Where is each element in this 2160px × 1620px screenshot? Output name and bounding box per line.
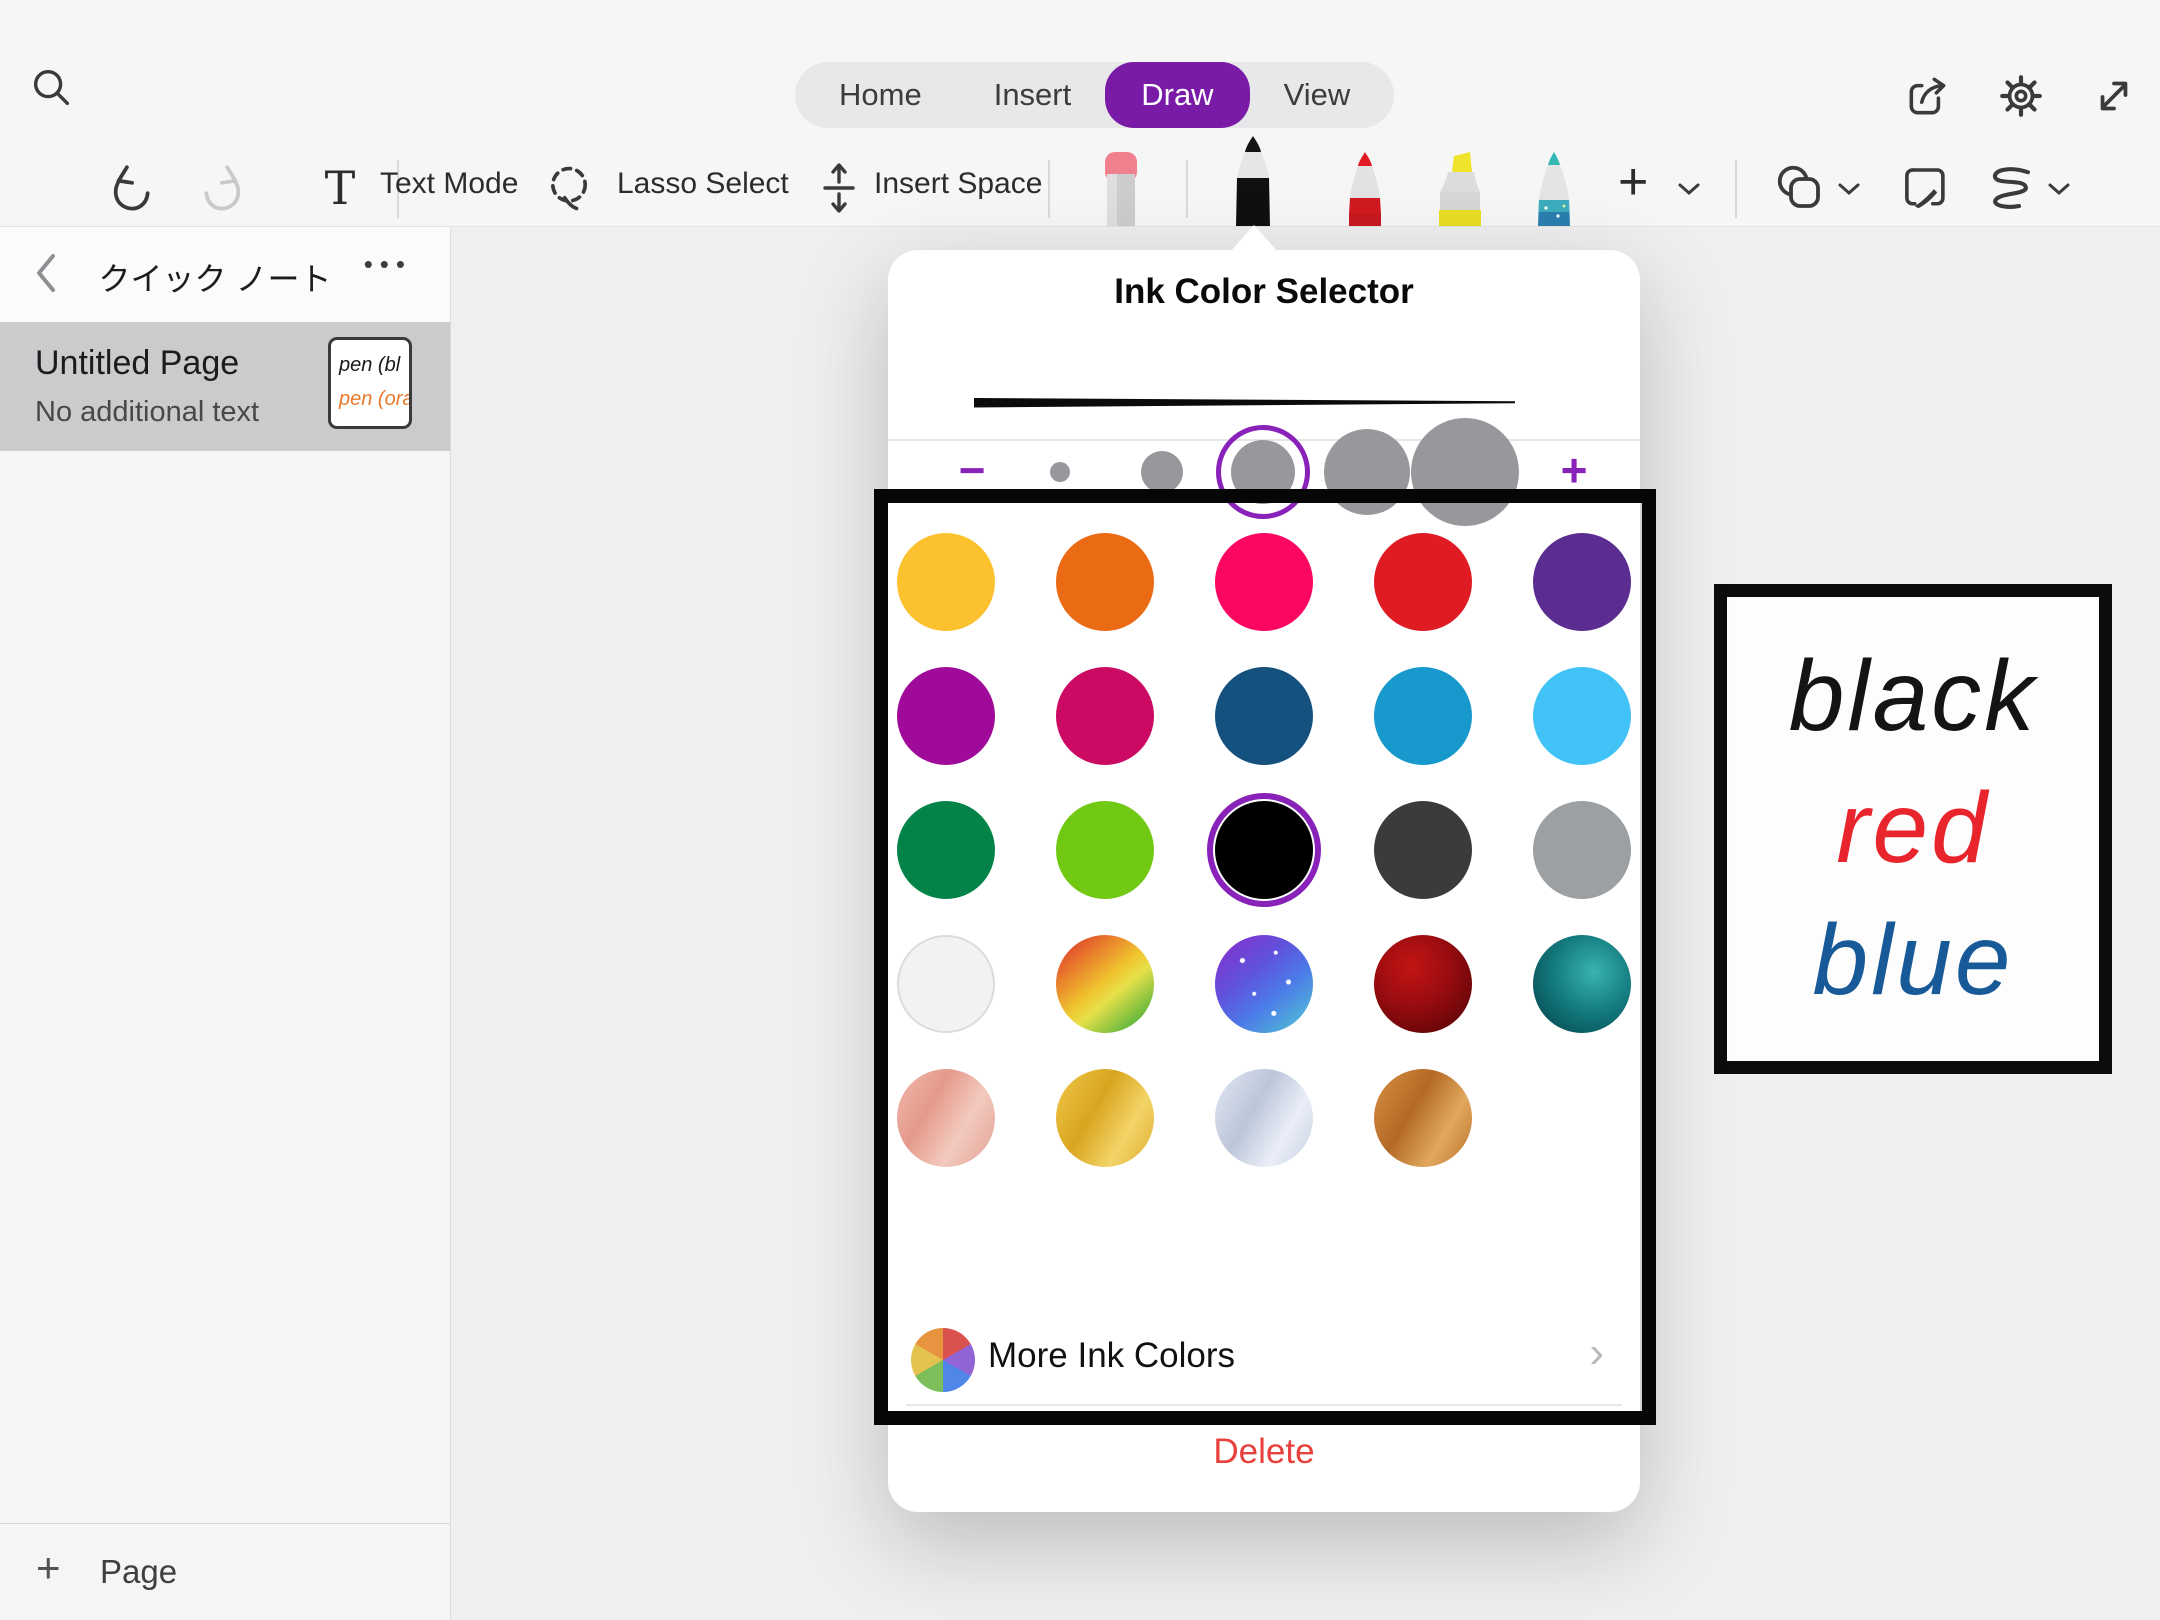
- color-swatch-dark-gray[interactable]: [1374, 801, 1472, 899]
- ink-word-red: red: [1836, 765, 1990, 897]
- color-swatch-silver[interactable]: [1215, 1069, 1313, 1167]
- stroke-size-preset-1[interactable]: [1050, 462, 1070, 482]
- page-thumbnail: pen (blpen (ora: [328, 337, 412, 429]
- color-swatch-dark-blue[interactable]: [1215, 667, 1313, 765]
- ink-word-black: black: [1789, 633, 2037, 765]
- sidebar-header: クイック ノート •••: [0, 227, 450, 322]
- color-swatch-rainbow-glitter[interactable]: [1056, 935, 1154, 1033]
- stroke-size-preset-3[interactable]: [1231, 440, 1295, 504]
- color-swatch-light-green[interactable]: [1056, 801, 1154, 899]
- page-subtitle: No additional text: [35, 396, 259, 429]
- divider: [906, 1404, 1622, 1406]
- toolbar-divider: [1048, 160, 1050, 218]
- stroke-size-preset-2[interactable]: [1141, 451, 1183, 493]
- plus-icon: +: [36, 1544, 61, 1592]
- add-page-row[interactable]: + Page: [0, 1523, 450, 1620]
- toolbar-divider: [1735, 160, 1737, 218]
- color-swatch-raspberry[interactable]: [1056, 667, 1154, 765]
- color-swatch-teal-ocean[interactable]: [1533, 935, 1631, 1033]
- tab-view[interactable]: View: [1248, 66, 1387, 124]
- thumbnail-ink-text: pen (ora: [339, 382, 409, 416]
- text-mode-label[interactable]: Text Mode: [380, 167, 518, 201]
- toolbar-divider: [1186, 160, 1188, 218]
- eraser-tool[interactable]: [1096, 150, 1146, 231]
- share-icon[interactable]: [1902, 70, 1954, 122]
- color-swatch-green[interactable]: [897, 801, 995, 899]
- shapes-icon[interactable]: [1772, 160, 1828, 216]
- lasso-select-icon[interactable]: [542, 160, 596, 216]
- settings-gear-icon[interactable]: [1995, 70, 2047, 122]
- color-swatch-dark-red-lava[interactable]: [1374, 935, 1472, 1033]
- delete-pen-button[interactable]: Delete: [888, 1432, 1640, 1472]
- ink-word-blue: blue: [1812, 897, 2013, 1029]
- onenote-app: HomeInsertDrawView: [0, 0, 2160, 1620]
- insert-space-label[interactable]: Insert Space: [874, 167, 1042, 201]
- add-pen-button[interactable]: +: [1618, 152, 1648, 212]
- color-swatch-light-blue[interactable]: [1533, 667, 1631, 765]
- sidebar-pages-panel: クイック ノート ••• Untitled Page No additional…: [0, 227, 451, 1620]
- popup-title: Ink Color Selector: [888, 272, 1640, 312]
- stroke-size-decrease-button[interactable]: −: [944, 444, 1000, 500]
- color-swatch-gray[interactable]: [1533, 801, 1631, 899]
- stroke-preview: [974, 395, 1516, 411]
- color-swatch-red[interactable]: [1374, 533, 1472, 631]
- more-ink-colors-label: More Ink Colors: [988, 1336, 1235, 1376]
- color-wheel-icon: [911, 1328, 975, 1392]
- color-swatch-orange[interactable]: [1056, 533, 1154, 631]
- ink-color-selector-popup: Ink Color Selector − + More Ink Colors ›…: [888, 250, 1640, 1512]
- thumbnail-ink-text: pen (bl: [339, 348, 409, 382]
- stroke-size-preset-5[interactable]: [1411, 418, 1519, 526]
- chevron-down-icon[interactable]: [1676, 180, 1702, 203]
- galaxy-pencil[interactable]: [1528, 152, 1580, 231]
- ribbon-tabbar: HomeInsertDrawView: [795, 62, 1394, 128]
- chevron-down-icon[interactable]: [1836, 180, 1862, 203]
- header-bar: HomeInsertDrawView: [0, 0, 2160, 227]
- color-swatch-gold[interactable]: [1056, 1069, 1154, 1167]
- chevron-down-icon[interactable]: [2046, 180, 2072, 203]
- tab-insert[interactable]: Insert: [958, 66, 1108, 124]
- tab-home[interactable]: Home: [803, 66, 958, 124]
- undo-icon[interactable]: [104, 160, 156, 216]
- color-swatch-black[interactable]: [1215, 801, 1313, 899]
- stroke-size-preset-4[interactable]: [1324, 429, 1410, 515]
- redo-icon[interactable]: [198, 160, 250, 216]
- more-options-icon[interactable]: •••: [364, 249, 412, 280]
- color-swatch-pink[interactable]: [1215, 533, 1313, 631]
- red-pen[interactable]: [1338, 152, 1392, 231]
- text-mode-icon[interactable]: T: [318, 158, 362, 218]
- insert-space-icon[interactable]: [814, 158, 864, 218]
- search-icon[interactable]: [26, 62, 76, 112]
- color-swatch-white[interactable]: [897, 935, 995, 1033]
- color-swatch-grid: [897, 533, 1631, 1167]
- page-title: Untitled Page: [35, 344, 239, 383]
- stroke-size-increase-button[interactable]: +: [1546, 444, 1602, 500]
- page-list-item-selected[interactable]: Untitled Page No additional text pen (bl…: [0, 322, 450, 451]
- ink-drawing-box: blackredblue: [1714, 584, 2112, 1074]
- fullscreen-icon[interactable]: [2088, 70, 2140, 122]
- color-swatch-rose-gold[interactable]: [897, 1069, 995, 1167]
- yellow-highlighter[interactable]: [1432, 152, 1488, 231]
- lasso-select-label[interactable]: Lasso Select: [617, 167, 789, 201]
- page-pen-icon[interactable]: [1898, 160, 1954, 216]
- add-page-label: Page: [100, 1553, 177, 1591]
- tab-draw[interactable]: Draw: [1105, 62, 1249, 128]
- scribble-icon[interactable]: [1982, 160, 2038, 216]
- color-swatch-bronze[interactable]: [1374, 1069, 1472, 1167]
- color-swatch-purple[interactable]: [1533, 533, 1631, 631]
- more-ink-colors-row[interactable]: More Ink Colors ›: [888, 1322, 1640, 1398]
- black-pen-selected[interactable]: [1224, 136, 1282, 231]
- color-swatch-galaxy[interactable]: [1215, 935, 1313, 1033]
- color-swatch-yellow[interactable]: [897, 533, 995, 631]
- notebook-title: クイック ノート: [70, 254, 360, 300]
- chevron-right-icon: ›: [1589, 1328, 1604, 1378]
- back-chevron-icon[interactable]: [28, 251, 64, 295]
- color-swatch-cerulean-blue[interactable]: [1374, 667, 1472, 765]
- color-swatch-magenta[interactable]: [897, 667, 995, 765]
